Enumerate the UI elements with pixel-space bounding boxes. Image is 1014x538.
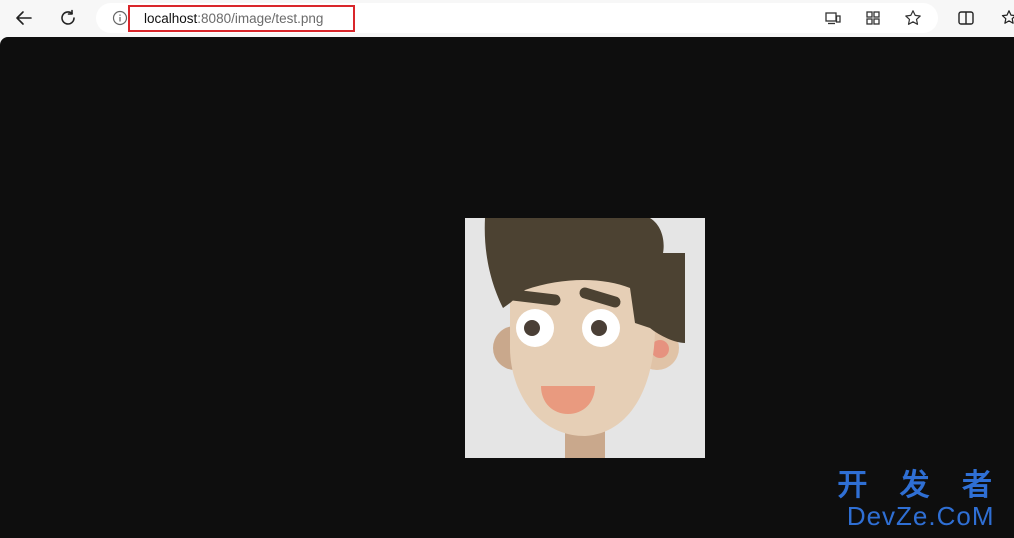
- info-icon[interactable]: [112, 10, 128, 26]
- device-cast-icon[interactable]: [824, 9, 842, 27]
- address-bar[interactable]: localhost:8080/image/test.png: [96, 3, 938, 33]
- url-text[interactable]: localhost:8080/image/test.png: [144, 11, 323, 26]
- watermark-domain-text: DevZe.CoM: [846, 501, 995, 531]
- back-button[interactable]: [10, 5, 38, 31]
- reload-button[interactable]: [54, 5, 82, 31]
- split-screen-icon: [958, 11, 974, 25]
- cartoon-face-illustration: [465, 218, 705, 458]
- star-outline-icon[interactable]: [904, 9, 922, 27]
- url-path: :8080/image/test.png: [197, 11, 324, 26]
- reload-icon: [61, 9, 75, 25]
- displayed-image[interactable]: [465, 218, 705, 458]
- site-watermark: 开 发 者 DevZe.CoM: [837, 469, 1004, 531]
- watermark-chinese-text: 开 发 者: [837, 469, 1004, 502]
- arrow-left-icon: [16, 11, 32, 25]
- star-list-icon: [1001, 10, 1014, 24]
- browser-toolbar: localhost:8080/image/test.png: [0, 0, 1014, 37]
- url-host: localhost: [144, 11, 198, 26]
- split-screen-button[interactable]: [952, 5, 980, 31]
- app-grid-icon[interactable]: [864, 9, 882, 27]
- favorites-button[interactable]: [996, 5, 1014, 31]
